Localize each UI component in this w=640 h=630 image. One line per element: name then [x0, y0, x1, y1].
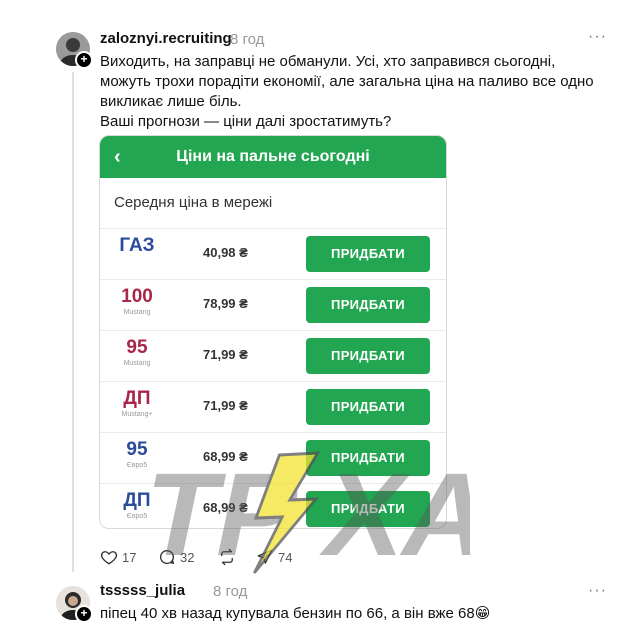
comment-button[interactable]: 32	[158, 548, 194, 566]
follow-plus-icon[interactable]: +	[75, 51, 93, 69]
fuel-logo: 95 Mustang	[110, 337, 164, 368]
fuel-sub-label: Mustang	[123, 309, 151, 316]
thread-line	[72, 72, 74, 572]
buy-button: ПРИДБАТИ	[306, 287, 430, 323]
fuel-price: 68,99 ₴	[203, 500, 248, 515]
repost-icon	[221, 548, 233, 566]
send-icon	[257, 549, 273, 564]
more-options-icon[interactable]: ···	[588, 28, 607, 46]
buy-button: ПРИДБАТИ	[306, 491, 430, 527]
post-text-question: Ваші прогнози — ціни далі зростатимуть?	[100, 113, 392, 130]
fuel-code: ДП	[123, 490, 151, 511]
buy-button: ПРИДБАТИ	[306, 440, 430, 476]
fuel-logo: 100 Mustang	[110, 286, 164, 317]
fuel-price: 40,98 ₴	[203, 245, 248, 260]
fuel-code: 95	[126, 439, 148, 460]
comment-count: 32	[180, 549, 195, 565]
heart-icon	[100, 551, 118, 565]
fuel-price: 78,99 ₴	[203, 296, 248, 311]
fuel-code: ДП	[123, 388, 151, 409]
buy-button: ПРИДБАТИ	[306, 236, 430, 272]
reply-text: піпец 40 хв назад купувала бензин по 66,…	[100, 605, 491, 622]
post-body: Виходить, на заправці не обманули. Усі, …	[100, 52, 610, 132]
comment-icon	[159, 549, 175, 565]
fuel-sub-label: Євро5	[126, 513, 148, 520]
reply-username[interactable]: tsssss_julia	[100, 582, 185, 599]
fuel-sub-label: Mustang+	[121, 411, 153, 418]
fuel-code: ГАЗ	[119, 235, 155, 256]
fuel-code: 100	[121, 286, 153, 307]
repost-button[interactable]	[218, 548, 236, 566]
fuel-row: ДП Mustang+ 71,99 ₴ ПРИДБАТИ	[100, 382, 446, 433]
fuel-price: 71,99 ₴	[203, 398, 248, 413]
share-count: 74	[278, 549, 293, 565]
fuel-logo: ДП Mustang+	[110, 388, 164, 419]
fuel-sub-label: Mustang	[123, 360, 151, 367]
like-button[interactable]: 17	[100, 548, 136, 566]
post-username[interactable]: zaloznyi.recruiting	[100, 30, 232, 47]
card-title: Ціни на пальне сьогодні	[176, 148, 370, 165]
fuel-logo: ДП Євро5	[110, 490, 164, 521]
share-button[interactable]: 74	[256, 548, 292, 566]
buy-button: ПРИДБАТИ	[306, 338, 430, 374]
post-timestamp: 8 год	[230, 31, 265, 48]
fuel-row: ГАЗ 40,98 ₴ ПРИДБАТИ	[100, 229, 446, 280]
post-text-paragraph: Виходить, на заправці не обманули. Усі, …	[100, 53, 594, 110]
fuel-logo: 95 Євро5	[110, 439, 164, 470]
fuel-logo: ГАЗ	[110, 235, 164, 257]
fuel-price: 71,99 ₴	[203, 347, 248, 362]
like-count: 17	[122, 549, 137, 565]
average-price-label: Середня ціна в мережі	[100, 178, 446, 229]
fuel-sub-label: Євро5	[126, 462, 148, 469]
fuel-row: 100 Mustang 78,99 ₴ ПРИДБАТИ	[100, 280, 446, 331]
more-options-icon[interactable]: ···	[588, 582, 607, 600]
fuel-row: 95 Mustang 71,99 ₴ ПРИДБАТИ	[100, 331, 446, 382]
fuel-row: 95 Євро5 68,99 ₴ ПРИДБАТИ	[100, 433, 446, 484]
fuel-row: ДП Євро5 68,99 ₴ ПРИДБАТИ	[100, 484, 446, 528]
buy-button: ПРИДБАТИ	[306, 389, 430, 425]
fuel-code: 95	[126, 337, 148, 358]
fuel-price: 68,99 ₴	[203, 449, 248, 464]
follow-plus-icon[interactable]: +	[75, 605, 93, 623]
fuel-prices-image[interactable]: ‹ Ціни на пальне сьогодні Середня ціна в…	[99, 135, 447, 529]
card-header: ‹ Ціни на пальне сьогодні	[100, 136, 446, 178]
reply-timestamp: 8 год	[213, 583, 248, 600]
